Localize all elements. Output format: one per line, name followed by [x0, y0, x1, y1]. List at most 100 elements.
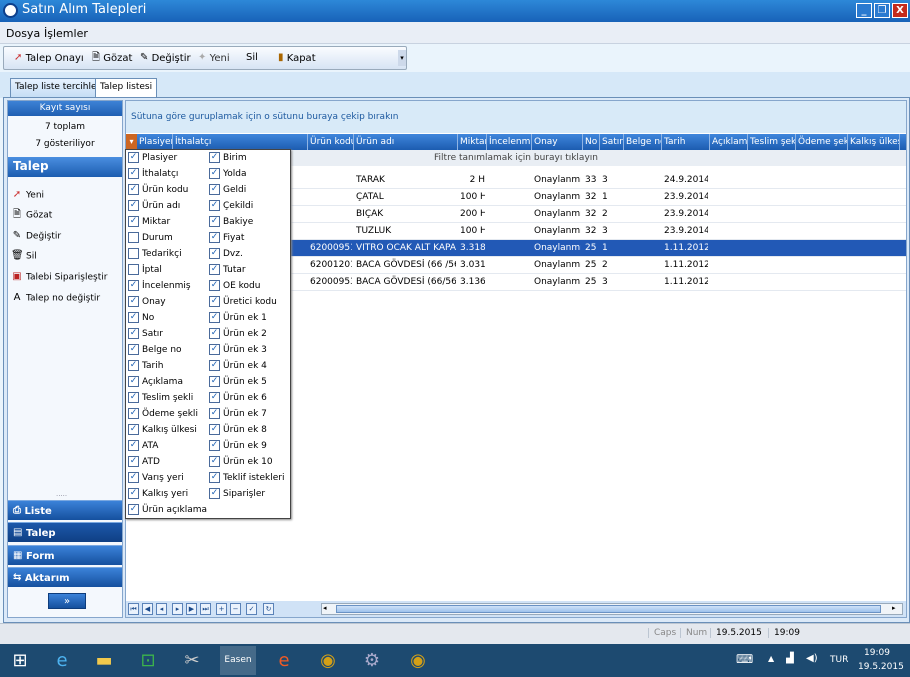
- column-toggle[interactable]: ✓ İncelenmiş: [128, 280, 191, 294]
- close-button[interactable]: X: [892, 3, 908, 18]
- nav-prev-icon[interactable]: ◂: [156, 603, 167, 615]
- checkbox-checked-icon[interactable]: ✓: [209, 440, 220, 451]
- task-edit[interactable]: ✎ Değiştir: [11, 230, 61, 242]
- col-teslim[interactable]: Teslim şekli: [748, 134, 796, 150]
- col-urun-adi[interactable]: Ürün adı: [354, 134, 458, 150]
- col-ithalatci[interactable]: İthalatçı: [173, 134, 308, 150]
- checkbox-checked-icon[interactable]: ✓: [128, 280, 139, 291]
- column-toggle[interactable]: ✓ Tutar: [209, 264, 246, 278]
- column-toggle[interactable]: ✓ Ürün adı: [128, 200, 180, 214]
- nav-next-page-icon[interactable]: ▶: [186, 603, 197, 615]
- checkbox-checked-icon[interactable]: ✓: [128, 472, 139, 483]
- checkbox-checked-icon[interactable]: ✓: [209, 424, 220, 435]
- checkbox-checked-icon[interactable]: ✓: [128, 504, 139, 515]
- store-icon[interactable]: ⊡: [130, 646, 166, 675]
- col-incelenmis[interactable]: İncelenmiş: [487, 134, 532, 150]
- col-plasiyer[interactable]: Plasiyer: [137, 134, 173, 150]
- checkbox-checked-icon[interactable]: ✓: [209, 152, 220, 163]
- col-belge-no[interactable]: Belge no: [624, 134, 662, 150]
- checkbox-checked-icon[interactable]: ✓: [209, 344, 220, 355]
- column-toggle[interactable]: ✓ Plasiyer: [128, 152, 177, 166]
- col-onay[interactable]: Onay: [532, 134, 583, 150]
- column-toggle[interactable]: ✓ Teklif istekleri: [209, 472, 284, 486]
- col-miktar[interactable]: Miktar: [458, 134, 487, 150]
- nav-post-icon[interactable]: ✓: [246, 603, 257, 615]
- task-convert-order[interactable]: ▣ Talebi Siparişleştir: [11, 271, 107, 283]
- col-odeme[interactable]: Ödeme şekli: [796, 134, 848, 150]
- column-toggle[interactable]: ✓ ATA: [128, 440, 158, 454]
- nav-form[interactable]: ▦ Form: [8, 545, 122, 565]
- app2-icon[interactable]: ◉: [400, 646, 436, 675]
- column-toggle[interactable]: ✓ Geldi: [209, 184, 246, 198]
- checkbox-checked-icon[interactable]: ✓: [209, 456, 220, 467]
- column-toggle[interactable]: ✓ Çekildi: [209, 200, 253, 214]
- maximize-button[interactable]: ❐: [874, 3, 890, 18]
- nav-refresh-icon[interactable]: ↻: [263, 603, 274, 615]
- checkbox-checked-icon[interactable]: ✓: [128, 296, 139, 307]
- col-tarih[interactable]: Tarih: [662, 134, 710, 150]
- column-toggle[interactable]: ✓ Miktar: [128, 216, 170, 230]
- column-toggle[interactable]: ✓ Belge no: [128, 344, 182, 358]
- tools-icon[interactable]: ✂: [174, 646, 210, 675]
- horizontal-scrollbar[interactable]: ◂ ▸: [321, 603, 903, 615]
- column-toggle[interactable]: ✓ Yolda: [209, 168, 247, 182]
- col-aciklama[interactable]: Açıklama: [710, 134, 748, 150]
- checkbox-checked-icon[interactable]: ✓: [128, 184, 139, 195]
- checkbox-checked-icon[interactable]: ✓: [209, 328, 220, 339]
- checkbox-checked-icon[interactable]: ✓: [209, 296, 220, 307]
- column-toggle[interactable]: ✓ Dvz.: [209, 248, 243, 262]
- app-icon[interactable]: ◉: [310, 646, 346, 675]
- checkbox-checked-icon[interactable]: ✓: [128, 152, 139, 163]
- toolbar-approve-button[interactable]: ➚ Talep Onayı: [14, 52, 84, 64]
- column-toggle[interactable]: ✓ Ürün ek 9: [209, 440, 267, 454]
- toolbar-overflow-icon[interactable]: ▾: [398, 50, 406, 66]
- checkbox-checked-icon[interactable]: ✓: [209, 376, 220, 387]
- checkbox-checked-icon[interactable]: ✓: [209, 392, 220, 403]
- ie-icon[interactable]: e: [44, 646, 80, 675]
- column-toggle[interactable]: ✓ Ürün açıklama: [128, 504, 207, 518]
- checkbox-empty-icon[interactable]: [128, 248, 139, 259]
- checkbox-checked-icon[interactable]: ✓: [209, 312, 220, 323]
- splitter-grip[interactable]: ·····: [56, 492, 67, 500]
- toolbar-new-button[interactable]: ✦ Yeni: [198, 52, 230, 64]
- checkbox-checked-icon[interactable]: ✓: [209, 360, 220, 371]
- checkbox-checked-icon[interactable]: ✓: [128, 200, 139, 211]
- checkbox-checked-icon[interactable]: ✓: [209, 472, 220, 483]
- nav-transfer[interactable]: ⇆ Aktarım: [8, 567, 122, 587]
- scroll-right-icon[interactable]: ▸: [892, 604, 896, 612]
- column-toggle[interactable]: ✓ Fiyat: [209, 232, 244, 246]
- toolbar-delete-button[interactable]: Sil: [246, 52, 258, 63]
- checkbox-checked-icon[interactable]: ✓: [209, 248, 220, 259]
- column-toggle[interactable]: ✓ Teslim şekli: [128, 392, 193, 406]
- checkbox-checked-icon[interactable]: ✓: [128, 392, 139, 403]
- column-toggle[interactable]: ✓ İthalatçı: [128, 168, 178, 182]
- checkbox-checked-icon[interactable]: ✓: [128, 360, 139, 371]
- column-toggle[interactable]: ✓ Üretici kodu: [209, 296, 277, 310]
- checkbox-checked-icon[interactable]: ✓: [209, 408, 220, 419]
- column-toggle[interactable]: ✓ Kalkış yeri: [128, 488, 188, 502]
- menu-dosya[interactable]: Dosya: [6, 27, 40, 40]
- column-toggle[interactable]: ✓ Kalkış ülkesi: [128, 424, 197, 438]
- tray-arrow-icon[interactable]: ▲: [768, 654, 774, 663]
- clock-date[interactable]: 19.5.2015: [858, 662, 904, 672]
- toolbar-browse-button[interactable]: 🗎 Gözat: [92, 52, 132, 64]
- scroll-thumb[interactable]: [336, 605, 881, 613]
- column-toggle[interactable]: Tedarikçi: [128, 248, 182, 262]
- nav-delete-icon[interactable]: −: [230, 603, 241, 615]
- column-toggle[interactable]: ✓ Ürün ek 1: [209, 312, 267, 326]
- column-toggle[interactable]: ✓ Ürün ek 4: [209, 360, 267, 374]
- column-toggle[interactable]: ✓ Siparişler: [209, 488, 265, 502]
- minimize-button[interactable]: _: [856, 3, 872, 18]
- checkbox-checked-icon[interactable]: ✓: [209, 168, 220, 179]
- nav-prev-page-icon[interactable]: ◀: [142, 603, 153, 615]
- checkbox-checked-icon[interactable]: ✓: [128, 216, 139, 227]
- checkbox-checked-icon[interactable]: ✓: [128, 440, 139, 451]
- column-toggle[interactable]: ✓ Ürün ek 6: [209, 392, 267, 406]
- column-toggle[interactable]: ✓ Ürün kodu: [128, 184, 188, 198]
- checkbox-checked-icon[interactable]: ✓: [209, 216, 220, 227]
- column-chooser-icon[interactable]: ▾: [126, 134, 137, 150]
- nav-first-icon[interactable]: ⏮: [128, 603, 139, 615]
- checkbox-checked-icon[interactable]: ✓: [128, 456, 139, 467]
- nav-request[interactable]: ▤ Talep: [8, 522, 122, 542]
- volume-icon[interactable]: ◀): [806, 653, 818, 664]
